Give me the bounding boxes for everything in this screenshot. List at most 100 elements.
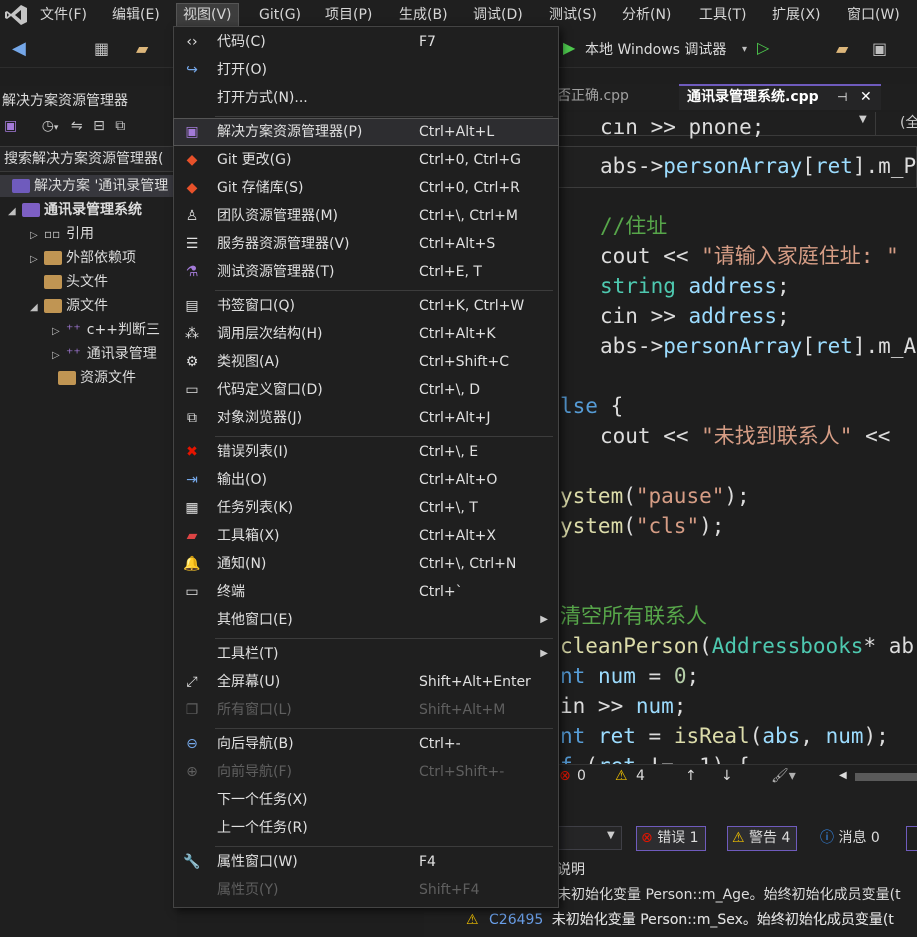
menu-item-call-hierarchy[interactable]: ⁂ 调用层次结构(H) Ctrl+Alt+K — [174, 321, 558, 347]
menu-item-item-25[interactable]: 工具栏(T) ▶ — [174, 641, 558, 667]
menu-project[interactable]: 项目(P) — [325, 5, 372, 25]
build-filter-button[interactable] — [906, 826, 917, 851]
window-layout-icon[interactable]: ▣ — [872, 40, 887, 58]
menu-item-shortcut: Ctrl+Alt+X — [419, 528, 496, 544]
menu-item-terminal[interactable]: ▭ 终端 Ctrl+` — [174, 579, 558, 605]
expand-arrow-icon[interactable]: ▷ — [30, 249, 44, 271]
menu-item-toolbox[interactable]: ▰ 工具箱(X) Ctrl+Alt+X — [174, 523, 558, 549]
menu-item-bookmark[interactable]: ▤ 书签窗口(Q) Ctrl+K, Ctrl+W — [174, 293, 558, 319]
menu-item-label: 任务列表(K) — [217, 500, 294, 516]
tree-item-external-deps[interactable]: ▷ 外部依赖项 — [30, 247, 136, 269]
expand-arrow-icon[interactable]: ▷ — [30, 225, 44, 247]
menu-item-git-repo[interactable]: ◆ Git 存储库(S) Ctrl+0, Ctrl+R — [174, 175, 558, 201]
debug-target-label[interactable]: 本地 Windows 调试器 — [585, 41, 726, 59]
menu-edit[interactable]: 编辑(E) — [112, 5, 160, 25]
close-icon[interactable]: ✕ — [860, 86, 872, 108]
menu-debug[interactable]: 调试(D) — [473, 5, 523, 25]
menu-view[interactable]: 视图(V) — [176, 3, 239, 27]
tree-item-source-file-1[interactable]: ▷ ⁺⁺ c++判断三 — [52, 319, 160, 341]
menu-item-object-browser[interactable]: ⧉ 对象浏览器(J) Ctrl+Alt+J — [174, 405, 558, 431]
folder-icon[interactable]: ▰ — [836, 40, 848, 58]
horizontal-scrollbar[interactable] — [855, 773, 917, 781]
menu-extensions[interactable]: 扩展(X) — [772, 5, 821, 25]
tree-item-resources[interactable]: 资源文件 — [58, 367, 136, 389]
expand-arrow-icon[interactable]: ▷ — [52, 345, 66, 367]
menu-item-code[interactable]: ‹› 代码(C) F7 — [174, 29, 558, 55]
chevron-down-icon[interactable]: ▾ — [742, 41, 747, 59]
column-header-description[interactable]: 说明 — [557, 859, 585, 881]
menu-git[interactable]: Git(G) — [259, 5, 301, 25]
toolbox-icon: ▰ — [186, 528, 198, 544]
warnings-filter-button[interactable]: ⚠ 警告 4 — [727, 826, 798, 851]
code-line: cin >> address; — [600, 304, 790, 328]
menu-file[interactable]: 文件(F) — [40, 5, 87, 25]
menu-tools[interactable]: 工具(T) — [699, 5, 746, 25]
menu-item-git-changes[interactable]: ◆ Git 更改(G) Ctrl+0, Ctrl+G — [174, 147, 558, 173]
menu-item-item-2[interactable]: 打开方式(N)... — [174, 85, 558, 111]
vs-icon[interactable]: ▣ — [4, 118, 17, 134]
menu-item-shortcut: Ctrl+Alt+J — [419, 410, 491, 426]
menu-item-output[interactable]: ⇥ 输出(O) Ctrl+Alt+O — [174, 467, 558, 493]
menu-item-error-list[interactable]: ✖ 错误列表(I) Ctrl+\, E — [174, 439, 558, 465]
tree-item-references[interactable]: ▷ ▫▫ 引用 — [30, 223, 94, 245]
warning-icon[interactable]: ⚠ — [615, 765, 628, 787]
start-debug-icon[interactable]: ▶ — [563, 39, 575, 57]
menu-item-navigate-back[interactable]: ⊖ 向后导航(B) Ctrl+- — [174, 731, 558, 757]
expand-arrow-icon[interactable]: ▷ — [52, 321, 66, 343]
tree-item-solution[interactable]: 解决方案 '通讯录管理 — [0, 175, 177, 197]
menu-item-fullscreen[interactable]: ⤢ 全屏幕(U) Shift+Alt+Enter — [174, 669, 558, 695]
menu-item-test-explorer[interactable]: ⚗ 测试资源管理器(T) Ctrl+E, T — [174, 259, 558, 285]
menu-window[interactable]: 窗口(W) — [847, 5, 900, 25]
tree-item-headers[interactable]: 头文件 — [44, 271, 108, 293]
start-without-debug-icon[interactable]: ▷ — [757, 39, 769, 57]
code-line: cout << "未找到联系人" << — [600, 424, 891, 448]
menu-item-solution-explorer[interactable]: ▣ 解决方案资源管理器(P) Ctrl+Alt+L — [173, 118, 559, 146]
menu-item-item-31[interactable]: 下一个任务(X) — [174, 787, 558, 813]
menu-item-open[interactable]: ↪ 打开(O) — [174, 57, 558, 83]
menu-item-item-23[interactable]: 其他窗口(E) ▶ — [174, 607, 558, 633]
menu-item-task-list[interactable]: ▦ 任务列表(K) Ctrl+\, T — [174, 495, 558, 521]
menu-item-label: 调用层次结构(H) — [217, 326, 323, 342]
sync-icon[interactable]: ⇋ — [71, 118, 83, 134]
menu-item-code-definition[interactable]: ▭ 代码定义窗口(D) Ctrl+\, D — [174, 377, 558, 403]
scroll-left-icon[interactable]: ◀ — [839, 765, 847, 787]
show-all-icon[interactable]: ⧉ — [115, 118, 125, 134]
code-definition-icon: ▭ — [185, 382, 199, 398]
collapse-arrow-icon[interactable]: ◢ — [30, 297, 44, 319]
tree-item-source-file-2[interactable]: ▷ ⁺⁺ 通讯录管理 — [52, 343, 157, 365]
tree-item-project[interactable]: ◢ 通讯录管理系统 — [8, 199, 142, 221]
chevron-down-icon: ▼ — [607, 830, 615, 841]
error-code-link[interactable]: C26495 — [489, 912, 543, 928]
pin-icon[interactable]: ⊣ — [837, 86, 847, 108]
menu-item-bell[interactable]: 🔔 通知(N) Ctrl+\, Ctrl+N — [174, 551, 558, 577]
messages-filter-button[interactable]: ⓘ 消息 0 — [815, 826, 887, 851]
arrow-down-icon[interactable]: ↓ — [721, 765, 733, 787]
menu-build[interactable]: 生成(B) — [399, 5, 448, 25]
tree-item-sources[interactable]: ◢ 源文件 — [30, 295, 108, 317]
menu-item-wrench[interactable]: 🔧 属性窗口(W) F4 — [174, 849, 558, 875]
menu-item-shortcut: Shift+F4 — [419, 882, 480, 898]
menu-item-team-explorer[interactable]: ♙ 团队资源管理器(M) Ctrl+\, Ctrl+M — [174, 203, 558, 229]
solution-search-input[interactable]: 搜索解决方案资源管理器( — [0, 146, 177, 172]
errors-filter-button[interactable]: ⊗ 错误 1 — [636, 826, 706, 851]
error-row-visible[interactable]: ⚠ C26495 未初始化变量 Person::m_Sex。始终初始化成员变量(… — [466, 909, 894, 931]
arrow-up-icon[interactable]: ↑ — [685, 765, 697, 787]
collapse-arrow-icon[interactable]: ◢ — [8, 201, 22, 223]
menu-analyze[interactable]: 分析(N) — [622, 5, 671, 25]
scope-filter-dropdown[interactable]: ▼ — [557, 826, 622, 850]
menu-item-server-explorer[interactable]: ☰ 服务器资源管理器(V) Ctrl+Alt+S — [174, 231, 558, 257]
visual-studio-logo-icon[interactable] — [4, 4, 28, 26]
new-project-icon[interactable]: ▦ — [94, 40, 109, 58]
menu-item-item-32[interactable]: 上一个任务(R) — [174, 815, 558, 841]
open-folder-icon[interactable]: ▰ — [136, 40, 148, 58]
collapse-icon[interactable]: ⊟ — [93, 118, 105, 134]
tab-active-file[interactable]: 通讯录管理系统.cpp ⊣ ✕ — [679, 84, 881, 110]
tab-file-1[interactable]: 否正确.cpp — [557, 84, 629, 110]
error-row[interactable]: 未初始化变量 Person::m_Age。始终初始化成员变量(t — [557, 884, 901, 906]
cleanup-brush-icon[interactable]: 🖌▾ — [771, 765, 796, 787]
menu-test[interactable]: 测试(S) — [549, 5, 597, 25]
back-icon[interactable]: ◀ — [12, 40, 26, 58]
menu-item-class-view[interactable]: ⚙ 类视图(A) Ctrl+Shift+C — [174, 349, 558, 375]
history-icon[interactable]: ◷ — [42, 118, 54, 134]
error-icon[interactable]: ⊗ — [559, 765, 571, 787]
